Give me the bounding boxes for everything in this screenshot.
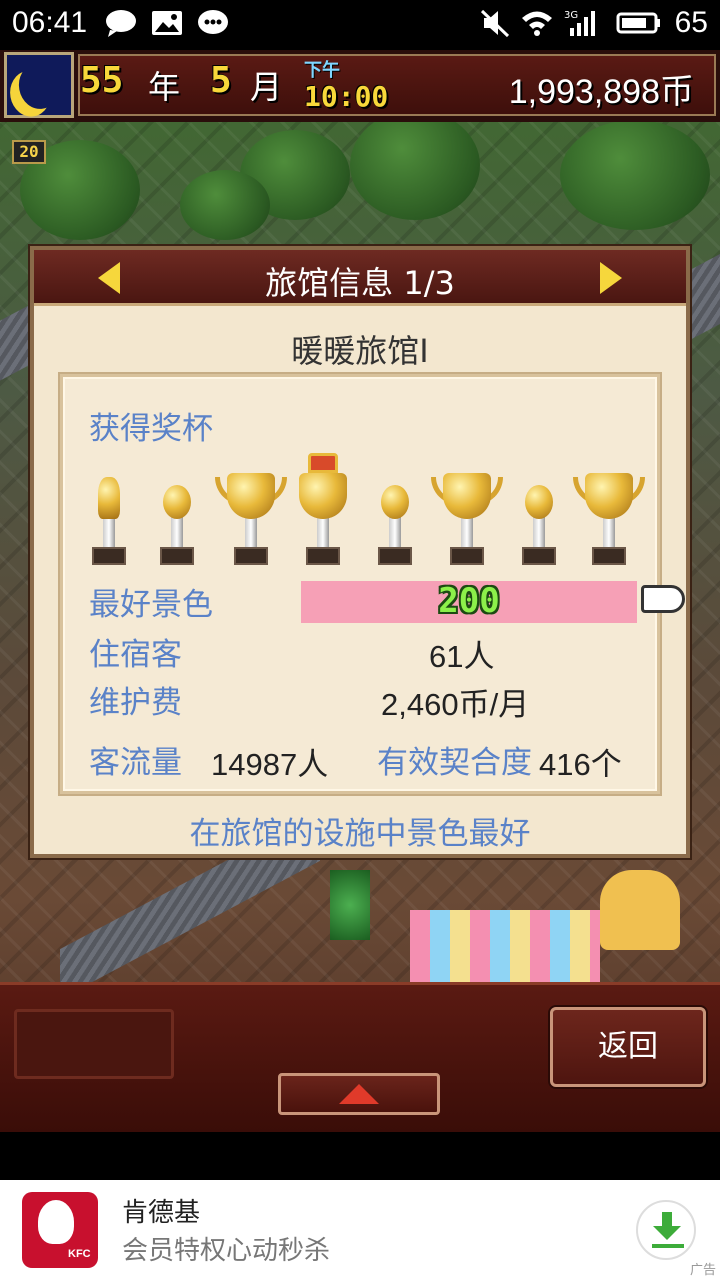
maintenance-label: 维护费 [89, 685, 182, 721]
month-number: 5 [210, 60, 232, 101]
wifi-icon [522, 11, 552, 36]
trophy-icon [211, 465, 291, 565]
guests-value: 61人 [429, 639, 495, 674]
game-clock: 10:00 [304, 80, 389, 113]
ad-banner[interactable]: KFC 肯德基 会员特权心动秒杀 广告 [0, 1180, 720, 1280]
ad-tag: 广告 [689, 1263, 716, 1278]
ad-subtitle[interactable]: 会员特权心动秒杀 [122, 1230, 330, 1267]
download-button[interactable] [636, 1200, 696, 1260]
top-hud: 55 年 5 月 下午 10:00 1,993,898币 [0, 50, 720, 122]
kfc-logo[interactable]: KFC [22, 1192, 98, 1268]
dialog-footer-note: 在旅馆的设施中景色最好 [189, 816, 531, 852]
shop-display [410, 910, 600, 990]
trophy-row [89, 445, 649, 565]
battery-icon [616, 12, 660, 34]
ad-title[interactable]: 肯德基 [122, 1192, 200, 1229]
night-indicator [4, 52, 74, 118]
battery-percent: 65 [674, 6, 708, 39]
compat-value: 416个 [539, 747, 622, 782]
colonel-icon [38, 1200, 74, 1244]
ampm-label: 下午 [304, 60, 340, 81]
signal-3g-icon: 3G [564, 10, 595, 36]
mute-icon [480, 9, 510, 38]
dialog-title: 旅馆信息 1/3 [265, 264, 455, 302]
tree [180, 170, 270, 240]
status-time: 06:41 [12, 6, 88, 39]
empty-slot [14, 1009, 174, 1079]
trophy-icon [89, 465, 129, 565]
best-scenery-bar: 200 [301, 581, 637, 623]
trophy-icon [569, 465, 649, 565]
expand-menu-button[interactable] [278, 1073, 440, 1115]
tree [350, 110, 480, 220]
level-badge: 20 [12, 140, 46, 164]
trophy-icon [373, 465, 417, 565]
crown-trophy-icon [291, 445, 355, 565]
next-page-arrow-icon[interactable] [600, 262, 622, 294]
compat-label: 有效契合度 [377, 745, 532, 781]
image-icon [152, 11, 182, 35]
guest-character[interactable] [600, 870, 680, 950]
traffic-label: 客流量 [89, 745, 182, 781]
status-bar: 06:41 3G 65 [0, 0, 720, 50]
svg-text:3G: 3G [564, 10, 578, 21]
inn-stats-panel: 获得奖杯 最好景色 200 住宿客 61人 维护费 2,460币/月 客流量 1… [60, 374, 685, 794]
inn-name: 暖暖旅馆I [291, 332, 429, 370]
trophy-label: 获得奖杯 [89, 411, 213, 447]
bottom-bar: 返回 [0, 982, 720, 1132]
maintenance-value: 2,460币/月 [381, 687, 530, 722]
inn-info-dialog: 旅馆信息 1/3 暖暖旅馆I 获得奖杯 最好景色 200 住宿客 61人 维护费… [30, 246, 690, 858]
tree [560, 120, 710, 230]
chat-bubble-icon [106, 10, 136, 37]
up-arrow-icon [339, 1084, 379, 1104]
hand-pointer-icon [641, 585, 685, 613]
traffic-value: 14987人 [211, 747, 329, 782]
spacer [0, 1132, 720, 1180]
year-unit: 年 [148, 68, 181, 106]
money-display: 1,993,898币 [508, 73, 694, 111]
month-unit: 月 [250, 68, 283, 106]
back-button[interactable]: 返回 [550, 1007, 706, 1087]
trophy-icon [517, 465, 561, 565]
moon-icon [15, 60, 62, 112]
trophy-icon [155, 465, 199, 565]
kfc-logo-text: KFC [68, 1248, 91, 1260]
year-number: 55 [80, 60, 124, 101]
trophy-icon [427, 465, 507, 565]
wechat-icon [198, 10, 228, 34]
dialog-header: 旅馆信息 1/3 [34, 250, 686, 306]
best-scenery-label: 最好景色 [89, 587, 213, 623]
best-scenery-value: 200 [438, 581, 500, 621]
guests-label: 住宿客 [89, 637, 182, 673]
potted-plant [330, 870, 370, 940]
